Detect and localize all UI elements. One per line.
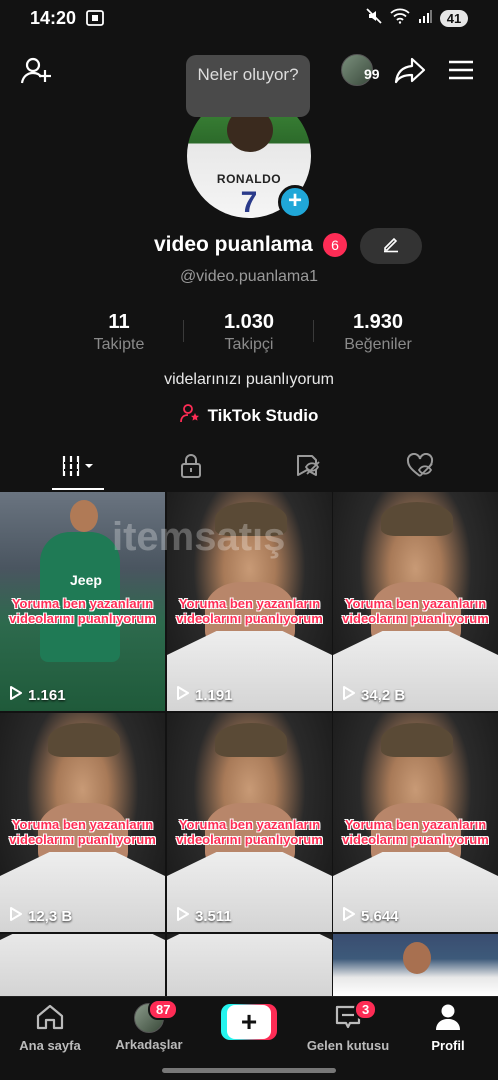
tab-active-underline [52, 488, 104, 490]
signal-icon [418, 9, 432, 28]
video-thumbnail[interactable]: Yoruma ben yazanların videolarını puanlı… [333, 713, 498, 932]
profile-icon [433, 1003, 463, 1034]
tab-private[interactable] [129, 448, 253, 488]
profile-name: video puanlama [154, 233, 313, 256]
status-icons: 41 [366, 8, 468, 29]
video-view-count-text: 34,2 B [361, 686, 406, 704]
video-thumbnail[interactable]: Yoruma ben yazanların videolarını puanlı… [0, 713, 165, 932]
menu-icon[interactable] [447, 58, 475, 82]
video-view-count: 12,3 B [9, 907, 72, 925]
plus-icon: + [227, 1005, 271, 1039]
tab-videos[interactable] [16, 448, 140, 488]
stat-followers-value: 1.030 [223, 311, 275, 333]
nav-home-label: Ana sayfa [19, 1038, 81, 1053]
wifi-icon [390, 8, 410, 29]
inbox-badge: 3 [354, 999, 378, 1020]
avatar-jersey-name: RONALDO [216, 172, 282, 186]
play-icon [9, 686, 22, 704]
play-icon [176, 686, 189, 704]
profile-handle: @video.puanlama1 [179, 268, 319, 285]
video-view-count: 3.511 [176, 907, 232, 925]
liked-icon [406, 452, 434, 484]
add-user-icon[interactable] [20, 55, 52, 85]
status-time: 14:20 [30, 8, 77, 28]
nav-friends-label: Arkadaşlar [115, 1037, 183, 1052]
video-view-count-text: 12,3 B [28, 907, 73, 925]
tiktok-studio-link[interactable]: TikTok Studio [0, 403, 498, 428]
video-caption-overlay: Yoruma ben yazanların videolarını puanlı… [342, 817, 489, 847]
video-view-count-text: 1.161 [28, 686, 66, 704]
stat-followers-label: Takipçi [224, 336, 274, 353]
edit-profile-button[interactable] [360, 228, 422, 264]
mute-icon [366, 8, 382, 29]
video-view-count: 1.191 [176, 686, 233, 704]
stat-following-label: Takipte [93, 336, 145, 353]
stat-followers[interactable]: 1.030 Takipçi [189, 311, 309, 354]
play-icon [342, 907, 355, 925]
repost-icon [294, 453, 322, 484]
create-button[interactable]: + [221, 1004, 277, 1040]
tab-reposts[interactable] [246, 448, 370, 488]
profile-bio: videlarınızı puanlıyorum [164, 371, 334, 388]
friends-badge: 87 [148, 999, 179, 1020]
stat-likes-label: Beğeniler [344, 336, 412, 353]
video-view-count-text: 5.644 [361, 907, 399, 925]
video-caption-overlay: Yoruma ben yazanların videolarını puanlı… [176, 596, 323, 626]
video-thumbnail[interactable]: Yoruma ben yazanların videolarını puanlı… [333, 492, 498, 711]
nav-profile[interactable]: Profil [400, 1003, 496, 1053]
nav-inbox-label: Gelen kutusu [306, 1038, 390, 1053]
pencil-icon [382, 235, 400, 258]
stat-divider [183, 320, 184, 342]
play-icon [176, 907, 189, 925]
stat-likes[interactable]: 1.930 Beğeniler [318, 311, 438, 354]
name-notification-badge: 6 [323, 233, 347, 257]
screenshot-icon [86, 10, 104, 31]
video-thumbnail[interactable] [0, 934, 165, 996]
stat-following-value: 11 [108, 311, 130, 333]
studio-label: TikTok Studio [207, 405, 319, 425]
video-caption-overlay: Yoruma ben yazanların videolarını puanlı… [9, 596, 156, 626]
stat-divider [313, 320, 314, 342]
lock-icon [179, 453, 203, 484]
stat-following[interactable]: 11 Takipte [59, 311, 179, 354]
play-icon [342, 686, 355, 704]
whats-happening-tooltip[interactable]: Neler oluyor? [186, 55, 310, 117]
video-view-count: 34,2 B [342, 686, 405, 704]
nav-inbox[interactable]: Gelen kutusu [300, 1003, 396, 1053]
video-view-count-text: 1.191 [195, 686, 233, 704]
tab-liked[interactable] [358, 448, 482, 488]
video-caption-overlay: Yoruma ben yazanların videolarını puanlı… [176, 817, 323, 847]
video-view-count-text: 3.511 [195, 907, 232, 925]
video-view-count: 5.644 [342, 907, 399, 925]
add-story-plus-icon[interactable]: + [278, 185, 312, 219]
video-caption-overlay: Yoruma ben yazanların videolarını puanlı… [342, 596, 489, 626]
watermark-text: itemsatış [112, 515, 286, 559]
home-indicator [162, 1068, 336, 1073]
video-thumbnail[interactable] [167, 934, 332, 996]
video-view-count: 1.161 [9, 686, 66, 704]
video-thumbnail[interactable] [333, 934, 498, 996]
play-icon [9, 907, 22, 925]
nav-home[interactable]: Ana sayfa [2, 1003, 98, 1053]
battery-indicator: 41 [440, 10, 468, 27]
friends-activity-count: 99 [364, 66, 380, 82]
studio-icon [179, 403, 200, 428]
share-icon[interactable] [394, 56, 426, 84]
grid-icon [58, 453, 98, 484]
home-icon [35, 1003, 65, 1034]
stat-likes-value: 1.930 [352, 311, 404, 333]
video-thumbnail[interactable]: Yoruma ben yazanların videolarını puanlı… [167, 713, 332, 932]
nav-profile-label: Profil [431, 1038, 465, 1053]
video-caption-overlay: Yoruma ben yazanların videolarını puanlı… [9, 817, 156, 847]
